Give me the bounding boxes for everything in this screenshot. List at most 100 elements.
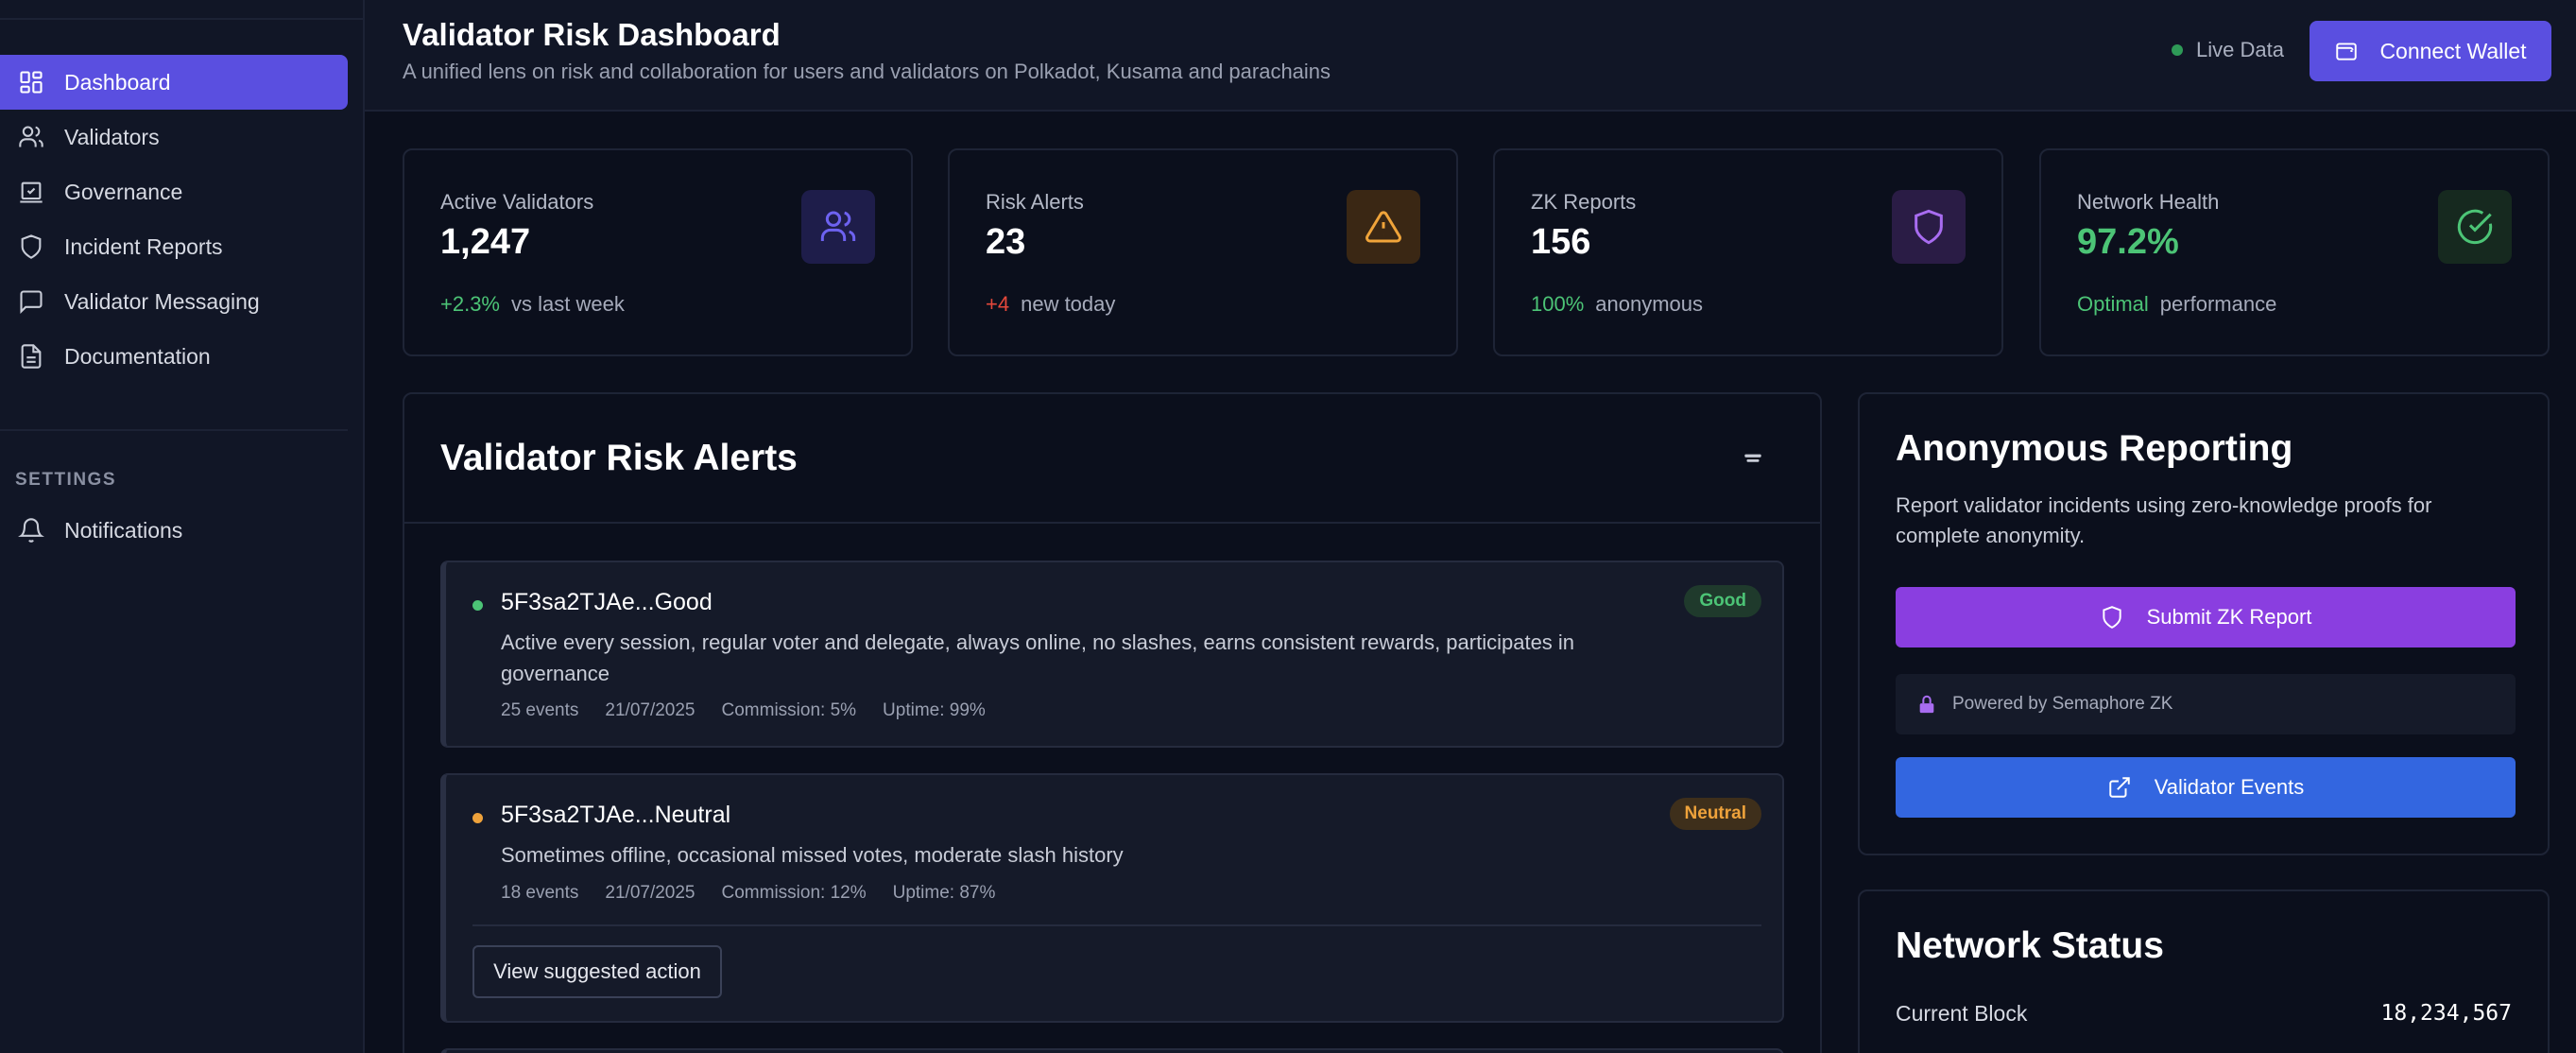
status-badge: Good bbox=[1684, 585, 1761, 617]
sidebar-divider-top bbox=[0, 18, 363, 20]
warning-icon bbox=[1347, 190, 1420, 264]
sidebar-item-label: Notifications bbox=[64, 517, 183, 543]
validator-risk-alerts-panel: Validator Risk Alerts 5F3sa2TJAe...Good … bbox=[403, 392, 1822, 1053]
alert-card[interactable]: 5F3sa2TJAe...Neutral Neutral Sometimes o… bbox=[440, 773, 1784, 1023]
stat-delta: +4 bbox=[986, 292, 1010, 316]
powered-by-label: Powered by Semaphore ZK bbox=[1952, 694, 2173, 714]
external-link-icon bbox=[2108, 777, 2130, 798]
reporting-description: Report validator incidents using zero-kn… bbox=[1896, 493, 2432, 547]
app-root: Dashboard Validators Governance Incident… bbox=[0, 0, 2576, 1053]
status-dot bbox=[472, 813, 483, 823]
submit-zk-report-label: Submit ZK Report bbox=[2146, 605, 2312, 629]
top-header: Validator Risk Dashboard A unified lens … bbox=[365, 0, 2576, 112]
network-status-title: Network Status bbox=[1896, 925, 2164, 966]
stat-value: 1,247 bbox=[440, 222, 531, 262]
event-date: 21/07/2025 bbox=[605, 883, 696, 903]
stat-footnote: Optimal performance bbox=[2077, 292, 2276, 317]
stat-card-zk-reports: ZK Reports 156 100% anonymous bbox=[1493, 148, 2003, 356]
connect-wallet-label: Connect Wallet bbox=[2379, 38, 2527, 63]
stat-card-network-health: Network Health 97.2% Optimal performance bbox=[2039, 148, 2550, 356]
stat-foot-text: performance bbox=[2159, 292, 2277, 316]
submit-zk-report-button[interactable]: Submit ZK Report bbox=[1896, 587, 2516, 647]
stat-delta: 100% bbox=[1531, 292, 1585, 316]
page-title: Validator Risk Dashboard bbox=[403, 17, 781, 52]
shield-icon bbox=[17, 233, 45, 261]
sidebar: Dashboard Validators Governance Incident… bbox=[0, 0, 365, 1053]
stat-foot-text: vs last week bbox=[511, 292, 625, 316]
shield-icon bbox=[2102, 606, 2121, 629]
validator-description: Sometimes offline, occasional missed vot… bbox=[501, 843, 1124, 867]
stat-footnote: 100% anonymous bbox=[1531, 292, 1703, 317]
message-icon bbox=[17, 287, 45, 316]
alert-card[interactable]: 5F3sa2TJAe...Good Good Active every sess… bbox=[440, 561, 1784, 748]
users-icon bbox=[17, 123, 45, 151]
stat-footnote: +2.3% vs last week bbox=[440, 292, 625, 317]
settings-section-label: SETTINGS bbox=[15, 470, 117, 490]
stat-value: 156 bbox=[1531, 222, 1591, 262]
stat-foot-text: anonymous bbox=[1595, 292, 1704, 316]
stat-label: ZK Reports bbox=[1531, 190, 1637, 214]
stat-card-risk-alerts: Risk Alerts 23 +4 new today bbox=[948, 148, 1458, 356]
document-icon bbox=[17, 342, 45, 371]
sidebar-item-dashboard[interactable]: Dashboard bbox=[0, 55, 348, 110]
powered-by-note: Powered by Semaphore ZK bbox=[1896, 674, 2516, 734]
validator-description: Active every session, regular voter and … bbox=[501, 630, 1575, 685]
validator-events-button[interactable]: Validator Events bbox=[1896, 757, 2516, 818]
stat-delta: +2.3% bbox=[440, 292, 500, 316]
alerts-divider bbox=[404, 522, 1820, 524]
sidebar-item-validators[interactable]: Validators bbox=[0, 110, 348, 164]
alert-divider bbox=[472, 924, 1761, 926]
stat-label: Active Validators bbox=[440, 190, 594, 214]
filter-icon[interactable] bbox=[1741, 447, 1765, 472]
bell-icon bbox=[17, 516, 45, 544]
view-suggested-action-button[interactable]: View suggested action bbox=[472, 945, 722, 998]
stat-value: 97.2% bbox=[2077, 222, 2179, 262]
sidebar-item-validator-messaging[interactable]: Validator Messaging bbox=[0, 274, 348, 329]
wallet-icon bbox=[2336, 43, 2358, 60]
validator-meta: 18 events 21/07/2025 Commission: 12% Upt… bbox=[501, 883, 1022, 904]
shield-icon bbox=[1892, 190, 1966, 264]
reporting-title: Anonymous Reporting bbox=[1896, 428, 2293, 469]
sidebar-item-incident-reports[interactable]: Incident Reports bbox=[0, 219, 348, 274]
stat-delta: Optimal bbox=[2077, 292, 2149, 316]
anonymous-reporting-panel: Anonymous Reporting Report validator inc… bbox=[1858, 392, 2550, 855]
uptime: Uptime: 99% bbox=[883, 700, 986, 720]
dashboard-icon bbox=[17, 68, 45, 96]
sidebar-divider bbox=[0, 429, 348, 431]
validator-meta: 25 events 21/07/2025 Commission: 5% Upti… bbox=[501, 700, 1012, 721]
sidebar-item-notifications[interactable]: Notifications bbox=[0, 503, 348, 558]
commission: Commission: 5% bbox=[721, 700, 857, 720]
sidebar-item-label: Incident Reports bbox=[64, 233, 223, 259]
live-status-dot bbox=[2172, 44, 2183, 56]
uptime: Uptime: 87% bbox=[892, 883, 996, 903]
validator-name: 5F3sa2TJAe...Neutral bbox=[501, 802, 731, 828]
network-status-panel: Network Status Current Block 18,234,567 bbox=[1858, 889, 2550, 1053]
stat-value: 23 bbox=[986, 222, 1026, 262]
sidebar-item-label: Validator Messaging bbox=[64, 288, 260, 314]
event-count: 25 events bbox=[501, 700, 579, 720]
stat-label: Risk Alerts bbox=[986, 190, 1084, 214]
current-block-value: 18,234,567 bbox=[2380, 1001, 2512, 1026]
status-dot bbox=[472, 600, 483, 611]
alerts-title: Validator Risk Alerts bbox=[440, 438, 798, 478]
commission: Commission: 12% bbox=[721, 883, 867, 903]
event-count: 18 events bbox=[501, 883, 579, 903]
validator-name: 5F3sa2TJAe...Good bbox=[501, 589, 713, 615]
live-data-label: Live Data bbox=[2196, 38, 2284, 61]
validator-events-label: Validator Events bbox=[2154, 775, 2305, 799]
sidebar-item-governance[interactable]: Governance bbox=[0, 164, 348, 219]
sidebar-item-label: Dashboard bbox=[64, 69, 171, 95]
sidebar-item-label: Validators bbox=[64, 124, 160, 149]
sidebar-nav: Dashboard Validators Governance Incident… bbox=[0, 55, 348, 384]
sidebar-item-documentation[interactable]: Documentation bbox=[0, 329, 348, 384]
event-date: 21/07/2025 bbox=[605, 700, 696, 720]
settings-nav: Notifications bbox=[0, 503, 348, 558]
sidebar-item-label: Documentation bbox=[64, 343, 211, 369]
live-data-indicator: Live Data bbox=[2172, 38, 2284, 62]
vote-icon bbox=[17, 178, 45, 206]
stat-footnote: +4 new today bbox=[986, 292, 1115, 317]
check-circle-icon bbox=[2438, 190, 2512, 264]
current-block-label: Current Block bbox=[1896, 1001, 2028, 1026]
connect-wallet-button[interactable]: Connect Wallet bbox=[2310, 21, 2551, 81]
alert-card[interactable] bbox=[440, 1048, 1784, 1053]
